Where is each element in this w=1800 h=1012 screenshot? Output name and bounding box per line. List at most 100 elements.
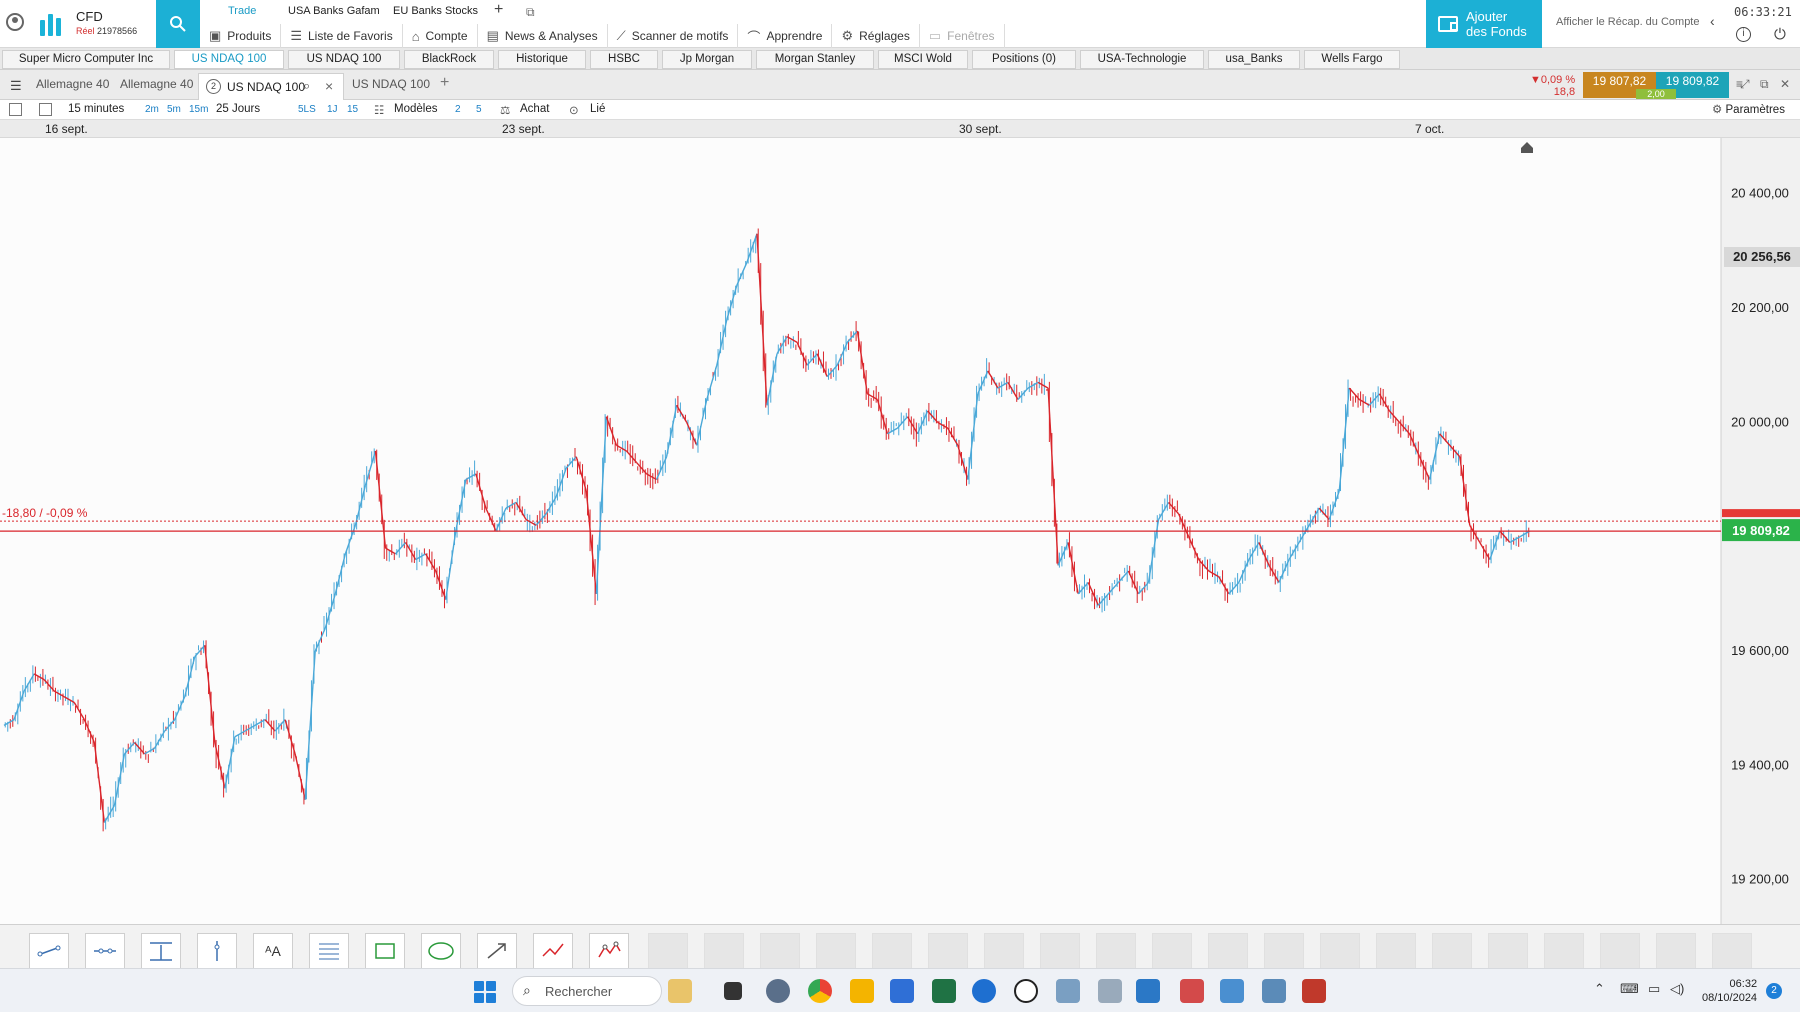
menu-apprendre[interactable]: ⌒ Apprendre [738,24,833,48]
price-chart[interactable]: 20 400,00 20 200,00 20 000,00 19 600,00 19 4… [0,138,1800,924]
close-icon[interactable]: ✕ [1780,77,1790,91]
watchlist-item[interactable]: BlackRock [404,50,494,69]
search-icon[interactable]: ⌕ [303,78,310,94]
hamburger-icon[interactable]: ☰ [10,78,22,94]
watchlist-item[interactable]: HSBC [590,50,658,69]
chrome-icon[interactable] [808,979,832,1003]
menu-reglages[interactable]: ⚙ Réglages [832,24,920,48]
buy-button[interactable]: Achat [520,103,549,115]
tab-eu-banks-stocks[interactable]: EU Banks Stocks [393,5,478,17]
browser-b-icon[interactable] [1014,979,1038,1003]
app-icon[interactable] [890,979,914,1003]
expand-icon[interactable]: ⤢ [1740,77,1750,92]
close-icon[interactable]: × [325,78,333,94]
interval-5m[interactable]: 5m [167,104,181,115]
add-funds-button[interactable]: Ajouter des Fonds [1426,0,1542,48]
polyline-tool[interactable] [533,933,573,969]
panel-icon[interactable] [9,103,22,116]
fibonacci-tool[interactable] [309,933,349,969]
volume-icon[interactable]: ◁) [1670,981,1684,997]
empty-tool-slot [1488,933,1528,969]
chart-tab-active[interactable]: 2 US NDAQ 100 ⌕ × [198,73,344,100]
notification-badge[interactable]: 2 [1766,983,1782,999]
brand-name: CFD [76,9,103,24]
watchlist-item[interactable]: usa_Banks [1208,50,1300,69]
menu-compte[interactable]: ⌂ Compte [403,24,478,48]
file-explorer-icon[interactable] [850,979,874,1003]
watchlist-item[interactable]: US NDAQ 100 [288,50,400,69]
settings-app-icon[interactable] [766,979,790,1003]
edge-icon[interactable] [972,979,996,1003]
app-icon[interactable] [1056,979,1080,1003]
chevron-left-icon[interactable]: ‹ [1710,13,1715,29]
arrow-tool[interactable] [477,933,517,969]
widgets-icon[interactable] [668,979,692,1003]
excel-icon[interactable] [932,979,956,1003]
app-icon[interactable] [1220,979,1244,1003]
display-icon[interactable]: ▭ [1648,981,1660,997]
interval-select[interactable]: 15 minutes [68,103,124,115]
range-15[interactable]: 15 [347,104,358,115]
menu-scanner-de-motifs[interactable]: ⟋ Scanner de motifs [608,24,739,48]
user-icon[interactable] [6,13,24,31]
taskbar-clock[interactable]: 06:32 08/10/2024 [1702,977,1757,1005]
watchlist-item[interactable]: MSCI Wold [878,50,968,69]
app-icon[interactable] [1098,979,1122,1003]
text-annotation-tool[interactable]: ᴬA [253,933,293,969]
power-icon[interactable]: ⏻ [1774,26,1786,43]
rectangle-tool[interactable] [365,933,405,969]
app-icon[interactable] [1136,979,1160,1003]
task-view-icon[interactable] [724,982,742,1000]
watchlist-item[interactable]: Jp Morgan [662,50,752,69]
tab-trade[interactable]: Trade [228,5,256,17]
settings-button[interactable]: ⚙ Paramètres [1712,102,1785,116]
ellipse-tool[interactable] [421,933,461,969]
layout-grid-icon[interactable] [39,103,52,116]
pattern-tool[interactable] [589,933,629,969]
windows-start-icon[interactable] [474,981,496,1003]
tab-usa-banks-gafam[interactable]: USA Banks Gafam [288,5,380,17]
watchlist-item[interactable]: Morgan Stanley [756,50,874,69]
watchlist-item[interactable]: Positions (0) [972,50,1076,69]
graduation-cap-icon: ⌒ [747,29,761,45]
trend-line-tool[interactable] [29,933,69,969]
chart-tab[interactable]: US NDAQ 100 [352,77,430,91]
range-1j[interactable]: 1J [327,104,338,115]
models-count-5[interactable]: 5 [476,104,482,115]
chart-tab[interactable]: Allemagne 40 [120,77,193,91]
app-icon[interactable] [1302,979,1326,1003]
menu-fenetres[interactable]: ▭ Fenêtres [920,24,1005,48]
range-select[interactable]: 25 Jours [216,103,260,115]
detach-icon[interactable]: ⧉ [526,5,535,20]
watchlist-item[interactable]: Super Micro Computer Inc [2,50,170,69]
tray-chevron-up-icon[interactable]: ⌃ [1594,981,1605,997]
vertical-text-tool[interactable] [141,933,181,969]
horizontal-line-tool[interactable] [85,933,125,969]
add-tab-icon[interactable]: + [494,1,503,19]
chart-tab[interactable]: Allemagne 40 [36,77,109,91]
models-count-2[interactable]: 2 [455,104,461,115]
app-icon[interactable] [1262,979,1286,1003]
interval-15m[interactable]: 15m [189,104,208,115]
menu-liste-de-favoris[interactable]: ☰ Liste de Favoris [281,24,403,48]
linked-button[interactable]: Lié [590,103,605,115]
watchlist-item[interactable]: USA-Technologie [1080,50,1204,69]
range-5ls[interactable]: 5LS [298,104,316,115]
account-recap-link[interactable]: Afficher le Récap. du Compte [1556,16,1699,28]
taskbar-search[interactable]: ⌕ Rechercher [512,976,662,1006]
watchlist-item[interactable]: Historique [498,50,586,69]
popout-icon[interactable]: ⧉ [1760,77,1769,92]
search-button[interactable] [156,0,200,48]
interval-2m[interactable]: 2m [145,104,159,115]
menu-produits[interactable]: ▣ Produits [200,24,282,48]
watchlist-item-active[interactable]: US NDAQ 100 [174,50,284,69]
watchlist-item[interactable]: Wells Fargo [1304,50,1400,69]
menu-news-analyses[interactable]: ▤ News & Analyses [478,24,608,48]
keyboard-icon[interactable]: ⌨ [1620,981,1639,997]
empty-tool-slot [1544,933,1584,969]
models-button[interactable]: Modèles [394,103,437,115]
vertical-line-tool[interactable] [197,933,237,969]
add-tab-icon[interactable]: + [440,74,449,92]
info-icon[interactable]: i [1736,27,1751,42]
snipping-tool-icon[interactable] [1180,979,1204,1003]
